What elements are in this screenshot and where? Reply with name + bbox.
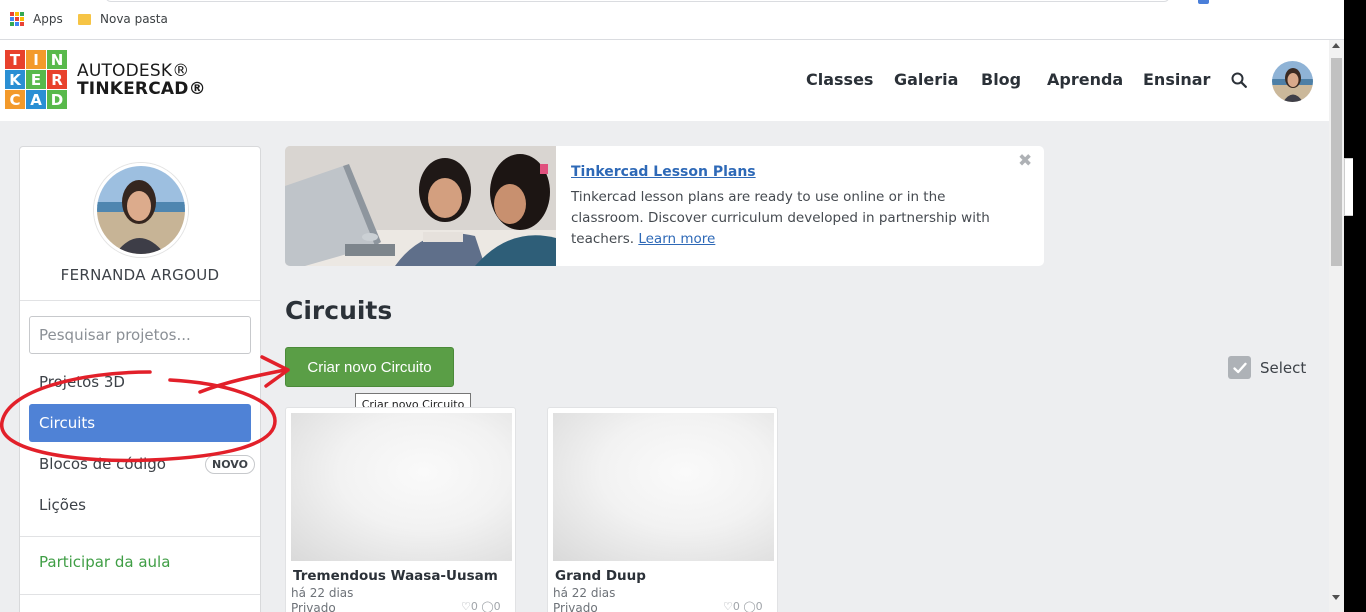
nav-blog[interactable]: Blog xyxy=(981,70,1021,89)
sidebar-item-label: Circuits xyxy=(39,414,96,432)
project-title[interactable]: Grand Duup xyxy=(555,568,646,584)
bookmarks-bar: Apps Nova pasta xyxy=(0,0,1344,40)
project-search-input[interactable] xyxy=(29,316,251,354)
bookmark-folder-label: Nova pasta xyxy=(100,12,168,26)
sidebar-item-3d-projects[interactable]: Projetos 3D xyxy=(29,363,251,401)
scroll-up-icon[interactable] xyxy=(1332,43,1340,48)
logo-letter: D xyxy=(47,90,67,109)
profile-avatar[interactable] xyxy=(94,163,188,257)
close-icon[interactable]: ✖ xyxy=(1018,151,1032,171)
project-card[interactable]: Grand Duup há 22 dias Privado ♡0 ◯0 xyxy=(547,407,778,612)
browser-viewport: Apps Nova pasta T I N K E R C A D AUTODE… xyxy=(0,0,1344,612)
sidebar-divider xyxy=(20,594,260,595)
nav-classes[interactable]: Classes xyxy=(806,70,873,89)
create-circuit-button[interactable]: Criar novo Circuito xyxy=(285,347,454,387)
folder-icon xyxy=(78,13,91,25)
logo-letter: K xyxy=(5,70,25,89)
project-age: há 22 dias xyxy=(291,586,354,600)
bookmark-apps-label: Apps xyxy=(33,12,63,26)
address-bar[interactable] xyxy=(105,0,1170,2)
logo-letter: A xyxy=(26,90,46,109)
logo-letter: E xyxy=(26,70,46,89)
join-class-link[interactable]: Participar da aula xyxy=(39,553,170,571)
logo-letter: I xyxy=(26,50,46,69)
select-toggle[interactable]: Select xyxy=(1228,356,1306,379)
lesson-plans-title-link[interactable]: Tinkercad Lesson Plans xyxy=(571,164,756,180)
checkbox-icon[interactable] xyxy=(1228,356,1251,379)
brand-tinkercad: TINKERCAD® xyxy=(77,79,206,99)
project-card[interactable]: Tremendous Waasa-Uusam há 22 dias Privad… xyxy=(285,407,516,612)
sidebar-item-code-blocks[interactable]: Blocos de código NOVO xyxy=(29,445,255,483)
project-privacy: Privado xyxy=(291,601,336,612)
bookmark-apps[interactable]: Apps xyxy=(10,12,63,26)
brand-autodesk: AUTODESK® xyxy=(77,61,190,81)
project-age: há 22 dias xyxy=(553,586,616,600)
sidebar-item-label: Lições xyxy=(39,496,86,514)
scrollbar-thumb[interactable] xyxy=(1331,58,1342,266)
banner-image xyxy=(285,146,556,266)
project-thumbnail[interactable] xyxy=(553,413,774,561)
project-title[interactable]: Tremendous Waasa-Uusam xyxy=(293,568,498,584)
profile-name: FERNANDA ARGOUD xyxy=(60,266,220,284)
tinkercad-logo[interactable]: T I N K E R C A D xyxy=(5,50,67,109)
sidebar-divider xyxy=(20,536,260,537)
lesson-plans-banner: Tinkercad Lesson Plans Tinkercad lesson … xyxy=(285,146,1044,266)
sidebar-item-circuits[interactable]: Circuits xyxy=(29,404,251,442)
project-thumbnail[interactable] xyxy=(291,413,512,561)
logo-letter: C xyxy=(5,90,25,109)
site-header: T I N K E R C A D AUTODESK® TINKERCAD® C… xyxy=(0,40,1329,121)
logo-letter: T xyxy=(5,50,25,69)
extension-icon[interactable] xyxy=(1198,0,1209,4)
learn-more-link[interactable]: Learn more xyxy=(638,231,715,247)
project-stats: ♡0 ◯0 xyxy=(461,600,501,612)
page-title: Circuits xyxy=(285,296,393,325)
logo-letter: R xyxy=(47,70,67,89)
logo-letter: N xyxy=(47,50,67,69)
nav-ensinar[interactable]: Ensinar xyxy=(1143,70,1210,89)
project-stats: ♡0 ◯0 xyxy=(723,600,763,612)
new-badge: NOVO xyxy=(205,455,255,474)
sidebar-item-label: Blocos de código xyxy=(39,455,166,473)
select-label: Select xyxy=(1260,358,1307,377)
project-privacy: Privado xyxy=(553,601,598,612)
bookmark-folder[interactable]: Nova pasta xyxy=(78,12,168,26)
sidebar-item-label: Projetos 3D xyxy=(39,373,125,391)
sidebar: FERNANDA ARGOUD Projetos 3D Circuits Blo… xyxy=(19,146,261,612)
side-panel-edge xyxy=(1344,158,1353,216)
nav-aprenda[interactable]: Aprenda xyxy=(1047,70,1123,89)
lesson-plans-description: Tinkercad lesson plans are ready to use … xyxy=(571,187,1021,250)
brand-wordmark[interactable]: AUTODESK® TINKERCAD® xyxy=(77,62,206,98)
lesson-plans-text: Tinkercad lesson plans are ready to use … xyxy=(571,189,990,247)
scroll-down-icon[interactable] xyxy=(1332,595,1340,600)
search-icon[interactable] xyxy=(1231,72,1247,88)
sidebar-divider xyxy=(20,300,260,301)
user-avatar[interactable] xyxy=(1272,61,1313,102)
apps-grid-icon xyxy=(10,12,24,26)
nav-galeria[interactable]: Galeria xyxy=(894,70,958,89)
page-scrollbar[interactable] xyxy=(1329,40,1344,612)
sidebar-item-lessons[interactable]: Lições xyxy=(29,486,251,524)
